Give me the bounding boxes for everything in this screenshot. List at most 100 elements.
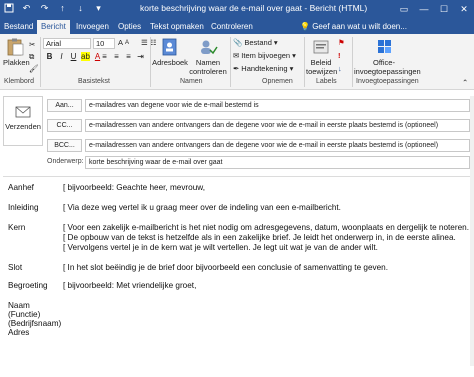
addressbook-icon [162, 38, 177, 56]
font-name-select[interactable]: Arial [43, 38, 91, 49]
office-addins-button[interactable]: Office-invoegtoepassingen [354, 38, 421, 76]
align-right-icon[interactable]: ≡ [124, 52, 133, 61]
group-label-basic-text: Basistekst [78, 78, 110, 85]
maximize-icon[interactable]: ☐ [434, 0, 454, 18]
attach-file-button[interactable]: 📎 Bestand ▾ [233, 38, 278, 47]
office-addins-icon [378, 40, 391, 53]
align-left-icon[interactable]: ≡ [100, 52, 109, 61]
tab-bericht[interactable]: Bericht [37, 20, 70, 34]
send-button[interactable]: Verzenden [3, 96, 43, 146]
font-size-select[interactable]: 10 [93, 38, 115, 49]
check-names-button[interactable]: Namen controleren [188, 38, 228, 76]
cc-field[interactable]: e-mailadressen van andere ontvangers dan… [85, 119, 470, 132]
title-bar: ↶ ↷ ↑ ↓ ▾ korte beschrijving waar de e-m… [0, 0, 474, 18]
italic-icon[interactable]: I [57, 52, 66, 61]
to-field[interactable]: e-mailadres van degene voor wie de e-mai… [85, 99, 470, 112]
ribbon-display-icon[interactable]: ▭ [394, 0, 414, 18]
group-separator [352, 37, 353, 87]
paste-icon [7, 38, 24, 56]
exclamation-icon: ! [338, 51, 341, 60]
down-arrow-icon: ↓ [338, 64, 342, 73]
body-text-aanhef: [ bijvoorbeeld: Geachte heer, mevrouw, [63, 183, 205, 192]
body-text-kern-1: [ Voor een zakelijk e-mailbericht is het… [63, 223, 469, 232]
body-text-kern-2: [ De opbouw van de tekst is hetzelfde al… [63, 233, 456, 242]
indent-icon[interactable]: ⇥ [136, 52, 145, 61]
body-label-begroeting: Begroeting [8, 281, 48, 290]
copy-icon: ⧉ [29, 52, 35, 61]
close-icon[interactable]: ✕ [454, 0, 474, 18]
group-separator [304, 37, 305, 87]
body-text-slot: [ In het slot beëindig je de brief door … [63, 263, 388, 272]
redo-icon[interactable]: ↷ [39, 3, 50, 14]
low-importance-button[interactable]: ↓ [338, 64, 342, 73]
chevron-down-icon: ▾ [273, 38, 278, 47]
group-label-addins: Invoegtoepassingen [356, 78, 419, 85]
group-label-include: Opnemen [262, 78, 293, 85]
minimize-icon[interactable]: — [414, 0, 434, 18]
paste-button[interactable]: Plakken [3, 38, 30, 67]
bcc-field[interactable]: e-mailadressen van andere ontvangers dan… [85, 139, 470, 152]
chevron-up-icon: ⌃ [462, 78, 469, 87]
cc-button[interactable]: CC... [47, 119, 82, 132]
attach-item-button[interactable]: ✉ Item bijvoegen ▾ [233, 51, 296, 60]
body-label-slot: Slot [8, 263, 23, 272]
underline-icon[interactable]: U [69, 52, 78, 61]
body-label-aanhef: Aanhef [8, 183, 34, 192]
group-separator [40, 37, 41, 87]
align-center-icon[interactable]: ≡ [112, 52, 121, 61]
high-importance-button[interactable]: ! [338, 51, 341, 60]
tell-me-search[interactable]: 💡 Geef aan wat u wilt doen... [300, 20, 407, 34]
shrink-font-icon: A [125, 39, 130, 46]
lightbulb-icon: 💡 [300, 22, 310, 31]
group-label-clipboard: Klembord [4, 78, 34, 85]
chevron-down-icon: ▾ [289, 64, 294, 73]
highlight-icon[interactable]: ab [81, 52, 90, 61]
vertical-scrollbar[interactable] [470, 96, 474, 366]
tab-invoegen[interactable]: Invoegen [76, 20, 109, 34]
copy-button[interactable]: ⧉ [29, 52, 34, 62]
bold-icon[interactable]: B [45, 52, 54, 61]
assign-policy-button[interactable]: Beleid toewijzen [306, 38, 337, 76]
flag-icon: ⚑ [338, 38, 345, 47]
signature-name: Naam [8, 301, 30, 310]
signature-address: Adres [8, 328, 30, 337]
ribbon: Plakken ✂ ⧉ 🖌 Klembord Arial 10 AA ☰ ☷ B … [0, 34, 474, 90]
subject-field[interactable]: korte beschrijving waar de e-mail over g… [85, 156, 470, 169]
bcc-button[interactable]: BCC... [47, 139, 82, 152]
group-separator [230, 37, 231, 87]
policy-icon [313, 40, 329, 54]
up-arrow-icon[interactable]: ↑ [57, 3, 68, 14]
cut-button[interactable]: ✂ [29, 40, 35, 49]
quick-access-toolbar: ↶ ↷ ↑ ↓ ▾ [3, 3, 104, 14]
chevron-down-icon: ▾ [292, 51, 296, 60]
to-button[interactable]: Aan... [47, 99, 82, 112]
collapse-ribbon-button[interactable]: ⌃ [462, 78, 468, 87]
format-painter-button[interactable]: 🖌 [29, 64, 39, 73]
flag-button[interactable]: ⚑ [338, 38, 345, 47]
addressbook-button[interactable]: Adresboek [152, 38, 188, 67]
tab-controleren[interactable]: Controleren [211, 20, 253, 34]
signature-function: (Functie) [8, 310, 41, 319]
tab-opties[interactable]: Opties [118, 20, 141, 34]
body-text-inleiding: [ Via deze weg vertel ik u graag meer ov… [63, 203, 341, 212]
paperclip-icon: 📎 [233, 38, 243, 47]
tab-bestand[interactable]: Bestand [4, 20, 33, 34]
tab-tekst-opmaken[interactable]: Tekst opmaken [150, 20, 204, 34]
signature-company: (Bedrijfsnaam) [8, 319, 62, 328]
save-icon[interactable] [3, 3, 14, 14]
more-icon[interactable]: ▾ [93, 3, 104, 14]
window-controls: ▭ — ☐ ✕ [394, 0, 474, 18]
signature-button[interactable]: ✒ Handtekening ▾ [233, 64, 293, 73]
message-body[interactable]: Aanhef [ bijvoorbeeld: Geachte heer, mev… [3, 176, 471, 372]
window-title: korte beschrijving waar de e-mail over g… [140, 3, 368, 13]
format-row: B I U ab A [45, 52, 102, 61]
group-label-tags: Labels [316, 78, 337, 85]
body-text-kern-3: [ Vervolgens vertel je in de kern wat je… [63, 243, 378, 252]
grow-shrink-font[interactable]: AA [118, 38, 129, 47]
down-arrow-icon[interactable]: ↓ [75, 3, 86, 14]
grow-font-icon: A [118, 38, 124, 47]
ribbon-tabs: Bestand Bericht Invoegen Opties Tekst op… [0, 18, 474, 34]
undo-icon[interactable]: ↶ [21, 3, 32, 14]
group-label-names: Namen [180, 78, 203, 85]
subject-label: Onderwerp: [47, 158, 84, 165]
